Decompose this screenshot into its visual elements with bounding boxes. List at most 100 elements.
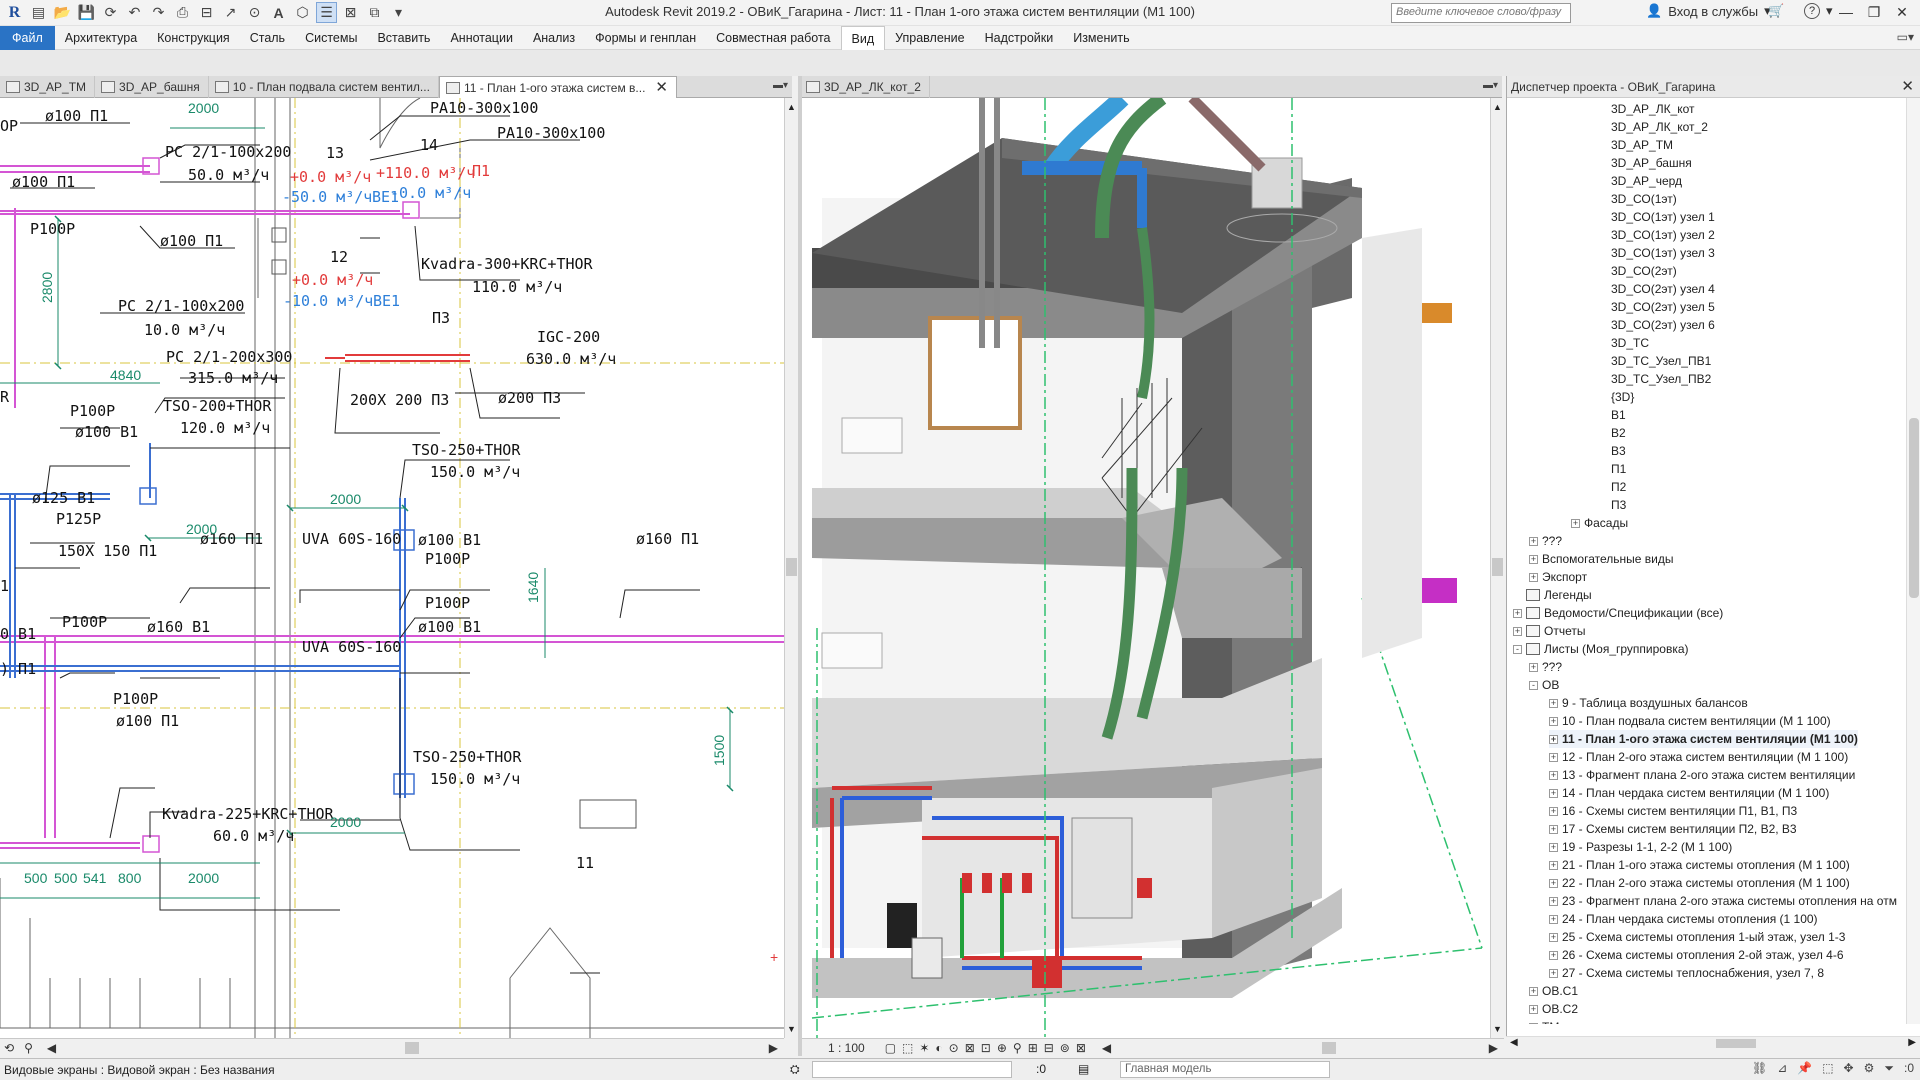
scroll-thumb[interactable] (1492, 558, 1503, 576)
browser-item[interactable]: П2 (1611, 478, 1626, 496)
expand-icon[interactable]: + (1549, 788, 1558, 798)
tab-list-icon[interactable]: ▬▾ (1483, 80, 1498, 91)
browser-item[interactable]: В2 (1611, 424, 1626, 442)
browser-item[interactable]: 3D_СО(1эт) узел 3 (1611, 244, 1715, 262)
expand-icon[interactable]: + (1571, 518, 1580, 528)
save-icon[interactable]: 💾 (76, 2, 97, 23)
file-tab[interactable]: Файл (0, 25, 55, 50)
close-button[interactable]: ✕ (1888, 1, 1916, 23)
tab-manage[interactable]: Управление (885, 26, 975, 50)
browser-item[interactable]: 3D_АР_ЛК_кот (1611, 100, 1695, 118)
browser-item[interactable]: П3 (1611, 496, 1626, 514)
text-icon[interactable]: A (268, 2, 289, 23)
browser-item[interactable]: +13 - Фрагмент плана 2-ого этажа систем … (1549, 766, 1855, 784)
help-button[interactable]: ? ▾ (1804, 3, 1833, 19)
scroll-down-icon[interactable]: ▼ (1493, 1024, 1502, 1034)
browser-item[interactable]: 3D_СО(1эт) (1611, 190, 1677, 208)
plan-view-canvas[interactable]: + РА10-300х100 РА10-300х100 ø100 П1 ОР Р… (0, 98, 784, 1038)
measure-icon[interactable]: ⊟ (196, 2, 217, 23)
tab-systems[interactable]: Системы (295, 26, 367, 50)
background-process-icon[interactable]: ⚙ (1864, 1061, 1875, 1076)
browser-item[interactable]: +11 - План 1-ого этажа систем вентиляции… (1549, 730, 1858, 748)
expand-icon[interactable]: + (1549, 860, 1558, 870)
minimize-button[interactable]: — (1832, 1, 1860, 23)
view-control-icons[interactable]: ▢⬚✶◐⊙⊠⊡⊕⚲⊞⊟⊚⊠ (865, 1041, 1092, 1055)
scroll-right-icon[interactable]: ▶ (769, 1041, 778, 1055)
scroll-left-icon[interactable]: ◀ (1510, 1037, 1518, 1048)
browser-item[interactable]: + Экспорт (1529, 568, 1587, 586)
browser-item[interactable]: В1 (1611, 406, 1626, 424)
scroll-right-icon[interactable]: ▶ (1489, 1041, 1498, 1055)
browser-item[interactable]: +17 - Схемы систем вентиляции П2, В2, В3 (1549, 820, 1797, 838)
browser-item[interactable]: 3D_ТС_Узел_ПВ1 (1611, 352, 1711, 370)
horizontal-scroll-thumb[interactable] (405, 1042, 419, 1054)
tab-3d-ar-bashnya[interactable]: 3D_АР_башня (95, 76, 209, 98)
browser-item[interactable]: - ОВ (1529, 676, 1559, 694)
browser-item[interactable]: + Вспомогательные виды (1529, 550, 1673, 568)
browser-item[interactable]: + ТМ (1529, 1018, 1559, 1024)
tab-3d-ar-lk-kot-2[interactable]: 3D_АР_ЛК_кот_2 (800, 76, 930, 98)
tab-structure[interactable]: Конструкция (147, 26, 240, 50)
browser-item[interactable]: + Фасады (1571, 514, 1628, 532)
select-underlay-icon[interactable]: ⊿ (1777, 1061, 1787, 1076)
browser-item[interactable]: 3D_АР_ТМ (1611, 136, 1673, 154)
browser-item[interactable]: +??? (1529, 532, 1562, 550)
tab-insert[interactable]: Вставить (367, 26, 440, 50)
expand-icon[interactable]: + (1529, 554, 1538, 564)
tab-annotate[interactable]: Аннотации (440, 26, 522, 50)
tab-addins[interactable]: Надстройки (975, 26, 1064, 50)
tab-modify[interactable]: Изменить (1063, 26, 1139, 50)
browser-item[interactable]: +25 - Схема системы отопления 1-ый этаж,… (1549, 928, 1845, 946)
tab-view[interactable]: Вид (840, 25, 886, 50)
switch-windows-icon[interactable]: ⧉ (364, 2, 385, 23)
browser-item[interactable]: 3D_АР_ЛК_кот_2 (1611, 118, 1708, 136)
browser-item[interactable]: 3D_СО(2эт) узел 4 (1611, 280, 1715, 298)
browser-vertical-scrollbar[interactable] (1906, 98, 1920, 1024)
browser-item[interactable]: +22 - План 2-ого этажа системы отопления… (1549, 874, 1850, 892)
sync-icon[interactable]: ⟳ (100, 2, 121, 23)
expand-icon[interactable]: + (1549, 734, 1558, 744)
browser-item[interactable]: +10 - План подвала систем вентиляции (М … (1549, 712, 1831, 730)
expand-icon[interactable]: + (1549, 698, 1558, 708)
select-by-face-icon[interactable]: ⬚ (1822, 1061, 1833, 1076)
3d-view-icon[interactable]: ⬡ (292, 2, 313, 23)
new-icon[interactable]: ▤ (28, 2, 49, 23)
browser-item[interactable]: 3D_ТС (1611, 334, 1649, 352)
undo-icon[interactable]: ↶ (124, 2, 145, 23)
restore-button[interactable]: ❐ (1860, 1, 1888, 23)
browser-item[interactable]: 3D_СО(1эт) узел 1 (1611, 208, 1715, 226)
expand-icon[interactable]: + (1549, 770, 1558, 780)
expand-icon[interactable]: + (1549, 752, 1558, 762)
tab-sheet-11[interactable]: 11 - План 1-ого этажа систем в... ✕ (438, 76, 677, 98)
worksharing-icon[interactable]: ⛭ (790, 1062, 800, 1077)
cart-button[interactable]: 🛒 (1768, 3, 1784, 19)
close-tab-icon[interactable]: ✕ (649, 77, 668, 98)
expand-icon[interactable]: + (1549, 932, 1558, 942)
plan-vertical-scrollbar[interactable]: ▲ ▼ (784, 98, 798, 1038)
browser-item[interactable]: +19 - Разрезы 1-1, 2-2 (М 1 100) (1549, 838, 1732, 856)
expand-icon[interactable]: + (1549, 950, 1558, 960)
main-model-dropdown[interactable]: Главная модель (1120, 1061, 1330, 1078)
expand-icon[interactable]: + (1549, 878, 1558, 888)
workset-dropdown[interactable] (812, 1061, 1012, 1078)
scroll-down-icon[interactable]: ▼ (787, 1024, 796, 1034)
expand-icon[interactable]: + (1549, 716, 1558, 726)
browser-item[interactable]: + ОВ.С1 (1529, 982, 1578, 1000)
browser-item[interactable]: 3D_СО(2эт) (1611, 262, 1677, 280)
scroll-up-icon[interactable]: ▲ (1493, 102, 1502, 112)
collapse-icon[interactable]: - (1529, 680, 1538, 690)
browser-item[interactable]: +24 - План чердака системы отопления (1 … (1549, 910, 1818, 928)
browser-horizontal-scrollbar[interactable]: ◀ ▶ (1506, 1036, 1920, 1050)
browser-item[interactable]: + Ведомости/Спецификации (все) (1513, 604, 1723, 622)
filter-icon[interactable]: ⏷ (1884, 1061, 1894, 1076)
tab-steel[interactable]: Сталь (240, 26, 295, 50)
expand-icon[interactable]: + (1529, 986, 1538, 996)
horizontal-scroll-thumb[interactable] (1322, 1042, 1336, 1054)
customize-toolbar-icon[interactable]: ▾ (388, 2, 409, 23)
browser-item[interactable]: +12 - План 2-ого этажа систем вентиляции… (1549, 748, 1848, 766)
redo-icon[interactable]: ↷ (148, 2, 169, 23)
scroll-up-icon[interactable]: ▲ (787, 102, 796, 112)
expand-icon[interactable]: + (1513, 608, 1522, 618)
close-icon[interactable]: ✕ (1901, 76, 1914, 98)
revit-app-icon[interactable]: R (4, 2, 25, 23)
